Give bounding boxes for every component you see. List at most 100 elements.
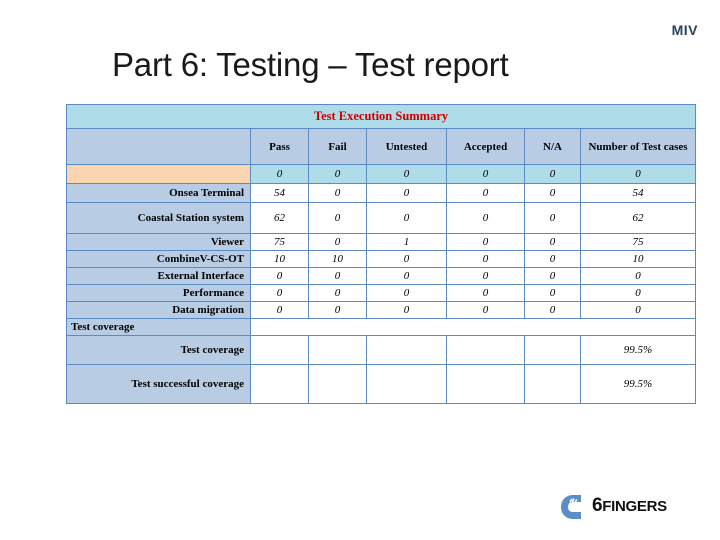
row-label: Performance xyxy=(66,284,251,302)
logo-name: FINGERS xyxy=(602,498,667,515)
column-header-fail: Fail xyxy=(308,128,367,165)
table-banner-title: Test Execution Summary xyxy=(65,104,697,129)
row-label: Viewer xyxy=(66,233,251,251)
cell-fail: 0 xyxy=(308,233,367,251)
cell-fail: 0 xyxy=(308,301,367,319)
column-header-na: N/A xyxy=(524,128,581,165)
cell-total: 54 xyxy=(579,183,697,203)
cell-total: 10 xyxy=(579,250,697,268)
cell-fail: 0 xyxy=(308,164,367,184)
table-row: Data migration 0 0 0 0 0 0 xyxy=(66,301,697,319)
cell-pass: 10 xyxy=(250,250,309,268)
table-row: Coastal Station system 62 0 0 0 0 62 xyxy=(66,202,697,234)
cell-total: 0 xyxy=(579,284,697,302)
cell-fail: 0 xyxy=(308,183,367,203)
table-row: Test coverage 99.5% xyxy=(66,335,697,365)
row-label: Test successful coverage xyxy=(66,364,251,404)
cell-na: 0 xyxy=(524,164,581,184)
cell-accepted: 0 xyxy=(446,267,525,285)
cell-untested: 0 xyxy=(366,267,447,285)
row-label: Coastal Station system xyxy=(66,202,251,234)
column-header-untested: Untested xyxy=(366,128,447,165)
cell-accepted: 0 xyxy=(446,183,525,203)
cell-na: 0 xyxy=(524,301,581,319)
cell-na: 0 xyxy=(524,250,581,268)
cell-total: 0 xyxy=(579,301,697,319)
table-row: Performance 0 0 0 0 0 0 xyxy=(66,284,697,302)
table-row: Test successful coverage 99.5% xyxy=(66,364,697,404)
cell-fail: 0 xyxy=(308,202,367,234)
logo-c-hand-icon xyxy=(561,495,581,519)
cell-accepted xyxy=(446,364,525,404)
cell-untested: 0 xyxy=(366,284,447,302)
cell-accepted: 0 xyxy=(446,250,525,268)
cell-fail: 0 xyxy=(308,267,367,285)
cell-fail: 10 xyxy=(308,250,367,268)
cell-pass: 0 xyxy=(250,164,309,184)
cell-pass: 62 xyxy=(250,202,309,234)
cell-pass xyxy=(250,364,309,404)
cell-accepted: 0 xyxy=(446,301,525,319)
cell-fail xyxy=(308,335,367,365)
cell-accepted: 0 xyxy=(446,164,525,184)
sixfingers-logo: 6FINGERS xyxy=(556,492,696,524)
table-section-row: Test coverage xyxy=(66,318,697,336)
cell-total: 0 xyxy=(579,267,697,285)
cell-pass xyxy=(250,335,309,365)
section-label: Test coverage xyxy=(66,318,251,336)
table-banner-row: Test Execution Summary xyxy=(65,104,697,129)
logo-digit: 6 xyxy=(592,495,603,516)
cell-untested: 0 xyxy=(366,183,447,203)
table-row: External Interface 0 0 0 0 0 0 xyxy=(66,267,697,285)
page-title: Part 6: Testing – Test report xyxy=(112,46,509,83)
cell-na: 0 xyxy=(524,202,581,234)
cell-fail xyxy=(308,364,367,404)
cell-untested: 0 xyxy=(366,202,447,234)
cell-total: 99.5% xyxy=(579,364,697,404)
cell-na: 0 xyxy=(524,233,581,251)
cell-untested: 0 xyxy=(366,164,447,184)
test-execution-summary-table: Test Execution Summary Pass Fail Unteste… xyxy=(65,104,697,404)
cell-pass: 0 xyxy=(250,267,309,285)
cell-na xyxy=(524,364,581,404)
column-header-accepted: Accepted xyxy=(446,128,525,165)
row-label: CombineV-CS-OT xyxy=(66,250,251,268)
table-row: 0 0 0 0 0 0 xyxy=(66,164,697,184)
cell-untested: 1 xyxy=(366,233,447,251)
column-header-blank xyxy=(66,128,251,165)
cell-accepted xyxy=(446,335,525,365)
table-row: Viewer 75 0 1 0 0 75 xyxy=(66,233,697,251)
cell-total: 62 xyxy=(579,202,697,234)
section-blank-cell xyxy=(249,318,697,336)
cell-accepted: 0 xyxy=(446,284,525,302)
table-row: CombineV-CS-OT 10 10 0 0 0 10 xyxy=(66,250,697,268)
cell-pass: 75 xyxy=(250,233,309,251)
logo-wordmark: 6FINGERS xyxy=(592,495,667,517)
cell-accepted: 0 xyxy=(446,202,525,234)
cell-accepted: 0 xyxy=(446,233,525,251)
cell-untested: 0 xyxy=(366,250,447,268)
row-label: Data migration xyxy=(66,301,251,319)
cell-fail: 0 xyxy=(308,284,367,302)
table-row: Onsea Terminal 54 0 0 0 0 54 xyxy=(66,183,697,203)
cell-total: 99.5% xyxy=(579,335,697,365)
row-label: Test coverage xyxy=(66,335,251,365)
cell-na: 0 xyxy=(524,267,581,285)
column-header-pass: Pass xyxy=(250,128,309,165)
cell-na: 0 xyxy=(524,183,581,203)
row-label: Onsea Terminal xyxy=(66,183,251,203)
row-label: External Interface xyxy=(66,267,251,285)
row-label xyxy=(66,164,251,184)
table-header-row: Pass Fail Untested Accepted N/A Number o… xyxy=(66,128,697,165)
cell-untested xyxy=(366,335,447,365)
cell-untested: 0 xyxy=(366,301,447,319)
cell-na: 0 xyxy=(524,284,581,302)
brand-mark: MIV xyxy=(671,22,698,38)
cell-na xyxy=(524,335,581,365)
cell-pass: 0 xyxy=(250,301,309,319)
cell-untested xyxy=(366,364,447,404)
cell-total: 75 xyxy=(579,233,697,251)
cell-total: 0 xyxy=(579,164,697,184)
cell-pass: 0 xyxy=(250,284,309,302)
column-header-number-of-test-cases: Number of Test cases xyxy=(579,128,697,165)
